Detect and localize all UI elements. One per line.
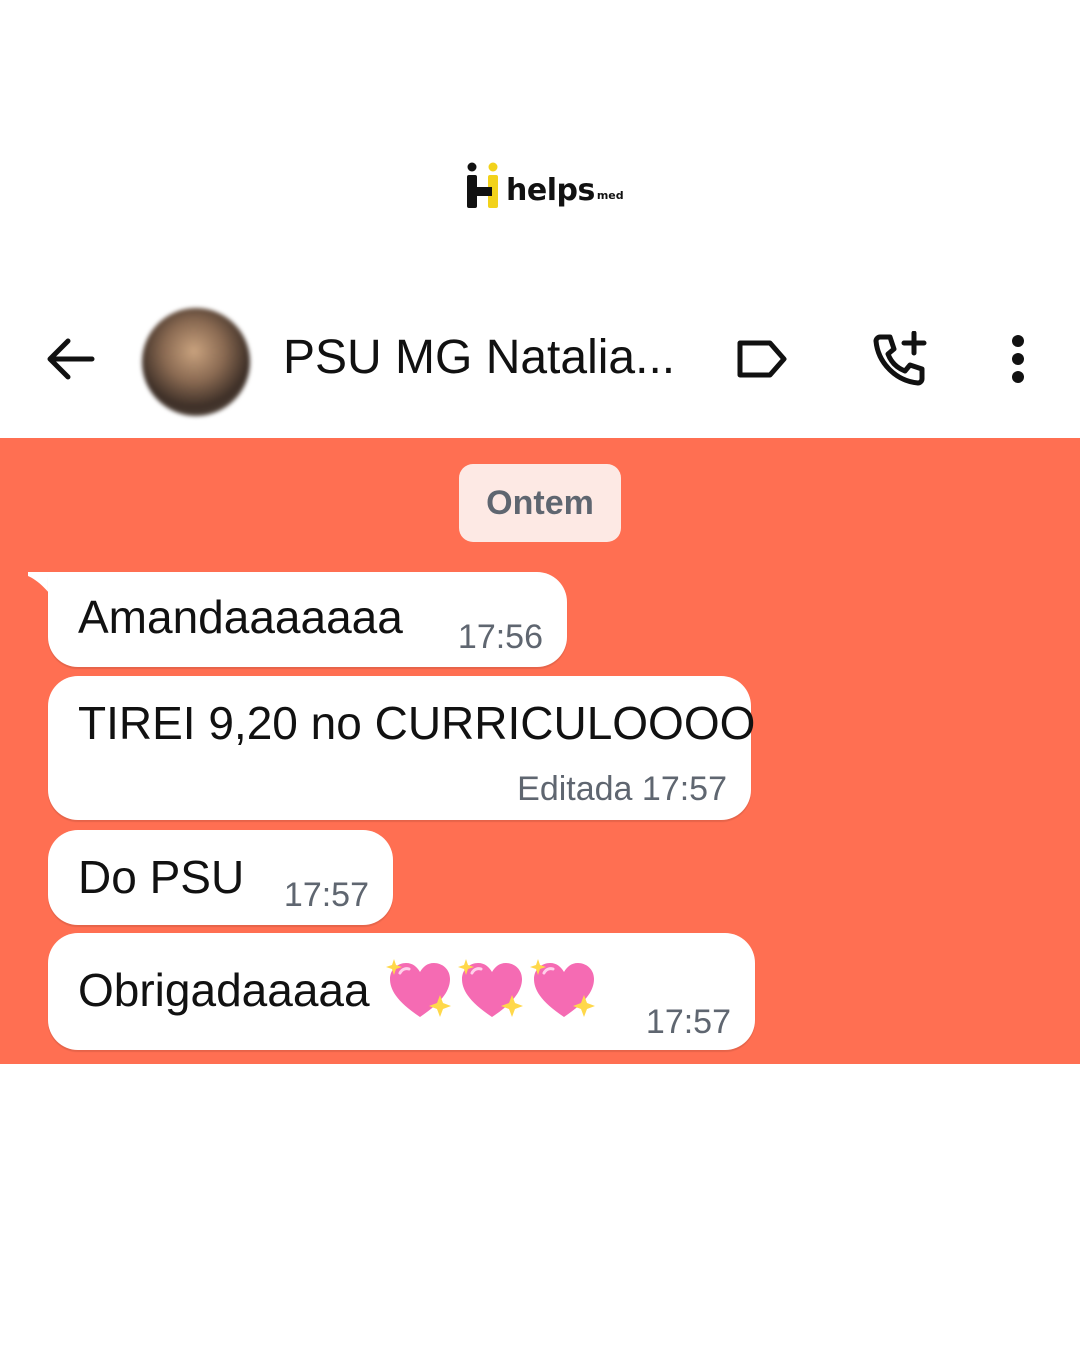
avatar[interactable] [142,308,250,416]
label-tag-icon [737,340,787,378]
contact-name[interactable]: PSU MG Natalia... [283,330,675,385]
message-text: Do PSU [78,851,245,903]
back-button[interactable] [40,328,100,390]
sparkling-heart-icon [530,959,595,1017]
message-time: Editada 17:57 [517,770,727,808]
logo-wordmark: helps [506,172,595,208]
chat-area[interactable]: Ontem Amandaaaaaaa 17:56 TIREI 9,20 no C… [0,438,1080,1064]
more-options-button[interactable] [994,328,1042,390]
message-time: 17:57 [283,876,369,914]
sparkling-heart-icon [458,959,523,1017]
message-bubble[interactable]: Amandaaaaaaa 17:56 [48,572,567,667]
add-call-button[interactable] [868,328,932,390]
label-button[interactable] [732,328,792,390]
helpsmed-logo-mark [466,162,500,210]
more-vert-icon [1012,335,1024,383]
message-text: Amandaaaaaaa [78,591,403,643]
chat-header: PSU MG Natalia... [0,300,1080,438]
message-text: TIREI 9,20 no CURRICULOOOO [78,697,756,749]
message-bubble[interactable]: Do PSU 17:57 [48,830,393,925]
message-time: 17:56 [457,618,543,656]
message-bubble[interactable]: TIREI 9,20 no CURRICULOOOO Editada 17:57 [48,676,755,820]
add-call-icon [873,331,927,386]
emoji-group [386,959,598,1021]
logo-suffix: med [596,188,624,202]
message-bubble[interactable]: Obrigadaaaaa 17:57 [48,933,755,1050]
sparkling-heart-icon [386,959,451,1017]
message-text: Obrigadaaaaa [78,964,370,1016]
message-time: 17:57 [645,1003,731,1041]
date-separator: Ontem [459,464,621,542]
back-arrow-icon [47,338,95,380]
helpsmed-logo: helps med [466,158,624,214]
